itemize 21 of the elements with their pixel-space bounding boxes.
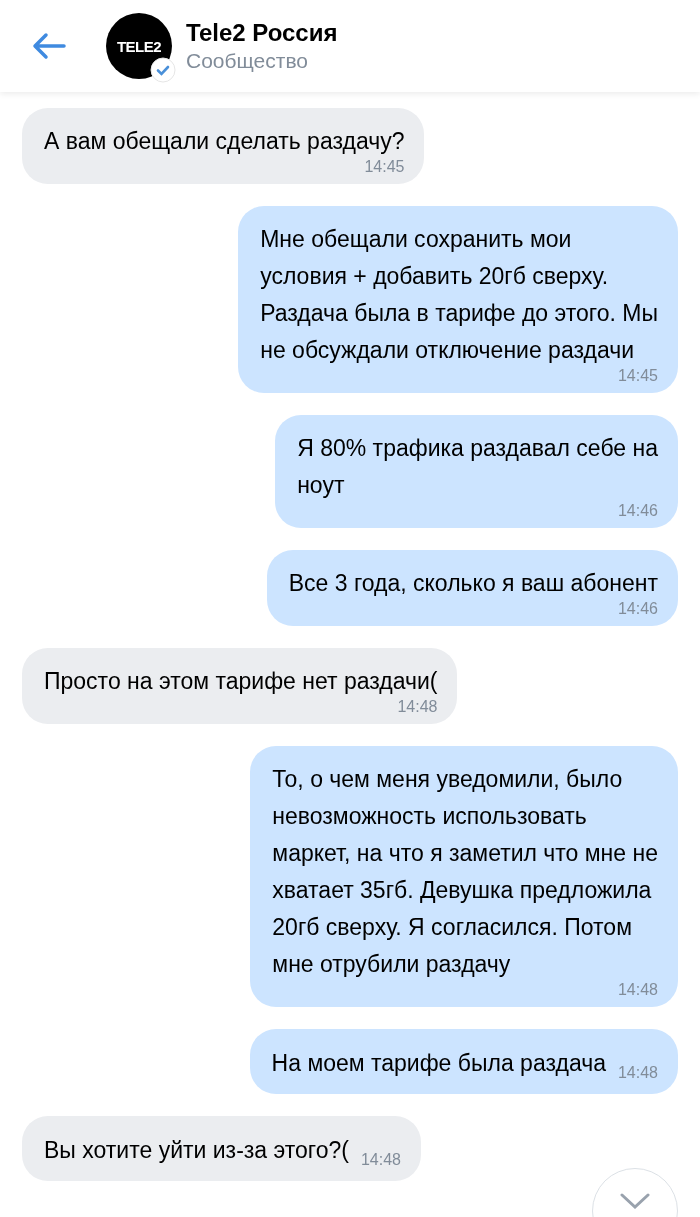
message-time: 14:45	[364, 158, 405, 176]
message-text: Все 3 года, сколько я ваш абонент	[288, 569, 658, 598]
message-text: Я 80% трафика раздавал себе на ноут	[297, 434, 658, 500]
message-time: 14:48	[617, 1064, 658, 1082]
message-time: 14:46	[617, 600, 658, 618]
avatar-logo: TELE2	[116, 37, 162, 55]
message-text: А вам обещали сделать раздачу?	[44, 127, 405, 156]
chat-subtitle: Сообщество	[186, 49, 309, 73]
message-time: 14:45	[617, 367, 658, 385]
message-text: Просто на этом тарифе нет раздачи(	[44, 667, 438, 696]
message-time: 14:48	[617, 981, 658, 999]
message-text: Вы хотите уйти из-за этого?(	[44, 1136, 349, 1165]
message-time: 14:46	[617, 502, 658, 520]
back-icon[interactable]	[30, 31, 68, 61]
message-text: То, о чем меня уведомили, было невозможность использовать маркет, на что я заметил что мне не хватает 35гб. Девушка предложила 20гб сверху. Я согласился. Потом мне отрубили раздачу	[272, 765, 658, 979]
message-time: 14:48	[360, 1151, 401, 1169]
message-time: 14:48	[397, 698, 438, 716]
message-text: Мне обещали сохранить мои условия + добавить 20гб сверху. Раздача была в тарифе до этого. Мы не обсуждали отключение раздачи	[260, 225, 658, 365]
message-text: На моем тарифе была раздача	[271, 1049, 606, 1078]
chat-title: Tele2 Россия	[186, 19, 338, 47]
chevron-down-icon	[620, 1193, 650, 1209]
